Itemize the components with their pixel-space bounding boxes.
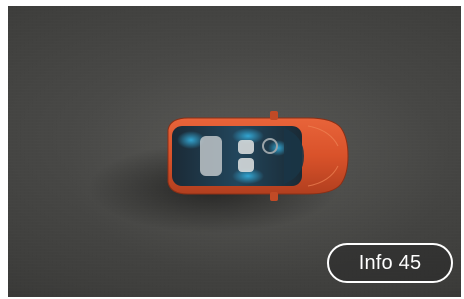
car-cabin	[172, 126, 304, 186]
info-button[interactable]: Info 45	[327, 243, 453, 283]
product-hero-image: Info 45	[8, 6, 461, 297]
